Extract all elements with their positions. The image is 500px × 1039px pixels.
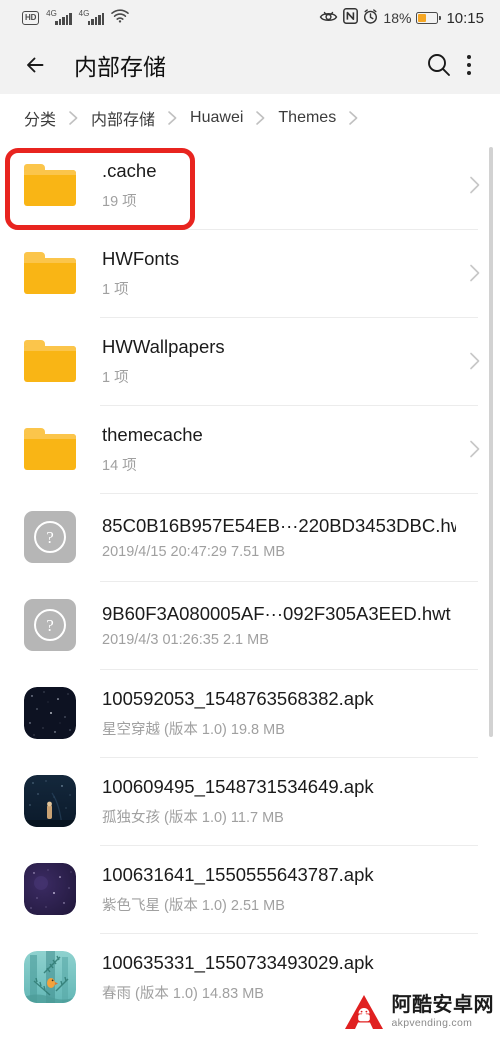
file-icon: ? xyxy=(22,597,78,653)
page-title: 内部存储 xyxy=(74,54,166,80)
file-info: 9B60F3A080005AF···092F305A3EED.hwt 2019/4… xyxy=(102,602,456,648)
file-info: .cache 19 项 xyxy=(102,159,456,210)
chevron-right-icon xyxy=(464,262,486,284)
signal-strength-icon-sim1: 4G xyxy=(46,9,72,25)
hd-volte-icon: HD xyxy=(22,11,40,25)
file-name: .cache xyxy=(102,160,157,182)
breadcrumb-separator-icon xyxy=(255,110,266,126)
breadcrumb: 分类 内部存储 Huawei Themes xyxy=(0,94,500,141)
file-info: 85C0B16B957E54EB···220BD3453DBC.hwt 2019/… xyxy=(102,514,456,560)
file-name: 9B60F3A080005AF···092F305A3EED.hwt xyxy=(102,602,451,624)
breadcrumb-item-1[interactable]: 内部存储 xyxy=(89,106,157,130)
file-meta: 2019/4/15 20:47:29 7.51 MB xyxy=(102,544,286,561)
file-icon xyxy=(22,421,78,477)
status-bar: HD 4G 4G 18% 10:15 xyxy=(0,0,500,36)
overflow-menu-icon[interactable] xyxy=(456,48,482,82)
breadcrumb-item-0[interactable]: 分类 xyxy=(22,106,58,130)
file-icon xyxy=(22,333,78,389)
chevron-right-icon xyxy=(464,438,486,460)
battery-percent-label: 18% xyxy=(383,10,412,26)
eye-comfort-icon xyxy=(319,9,338,28)
clock-label: 10:15 xyxy=(446,9,484,27)
file-name: HWFonts xyxy=(102,248,180,270)
file-info: themecache 14 项 xyxy=(102,423,456,474)
folder-icon xyxy=(24,252,76,294)
file-row[interactable]: ? 85C0B16B957E54EB···220BD3453DBC.hwt 2019… xyxy=(0,493,500,581)
file-info: 100631641_1550555643787.apk 紫色飞星 (版本 1.0)… xyxy=(102,863,456,914)
file-row[interactable]: 100631641_1550555643787.apk 紫色飞星 (版本 1.0)… xyxy=(0,845,500,933)
nfc-icon xyxy=(343,8,359,28)
unknown-file-icon: ? xyxy=(24,511,76,563)
network-type-label-sim2: 4G xyxy=(78,9,90,18)
file-name: 85C0B16B957E54EB···220BD3453DBC.hwt xyxy=(102,514,456,536)
file-meta: 14 项 xyxy=(102,457,137,474)
file-name: 100635331_1550733493029.apk xyxy=(102,952,374,974)
file-name: HWWallpapers xyxy=(102,336,225,358)
network-type-label-sim1: 4G xyxy=(46,9,57,18)
file-meta: 紫色飞星 (版本 1.0) 2.51 MB xyxy=(102,897,285,914)
question-mark-glyph: ? xyxy=(34,521,66,553)
app-bar: 内部存储 xyxy=(0,36,500,94)
watermark-cn-label: 阿酷安卓网 xyxy=(391,994,494,1017)
apk-thumbnail-starry-sky xyxy=(24,687,76,739)
file-info: 100609495_1548731534649.apk 孤独女孩 (版本 1.0)… xyxy=(102,775,456,826)
file-name: 100609495_1548731534649.apk xyxy=(102,776,374,798)
file-row[interactable]: ? 9B60F3A080005AF···092F305A3EED.hwt 2019/… xyxy=(0,581,500,669)
file-icon xyxy=(22,157,78,213)
watermark-en-label: akpvending.com xyxy=(391,1017,473,1030)
breadcrumb-separator-icon xyxy=(167,110,178,126)
back-arrow-icon[interactable] xyxy=(22,50,52,80)
file-row[interactable]: .cache 19 项 xyxy=(0,141,500,229)
file-icon xyxy=(22,861,78,917)
file-row[interactable]: 100592053_1548763568382.apk 星空穿越 (版本 1.0)… xyxy=(0,669,500,757)
file-row[interactable]: themecache 14 项 xyxy=(0,405,500,493)
breadcrumb-separator-icon xyxy=(348,110,359,126)
breadcrumb-separator-icon xyxy=(68,110,79,126)
unknown-file-icon: ? xyxy=(24,599,76,651)
file-meta: 2019/4/3 01:26:35 2.1 MB xyxy=(102,632,269,649)
folder-icon xyxy=(24,164,76,206)
file-icon xyxy=(22,773,78,829)
chevron-right-icon xyxy=(464,350,486,372)
signal-strength-icon-sim2: 4G xyxy=(78,9,105,25)
site-watermark: 阿酷安卓网 akpvending.com xyxy=(343,993,495,1031)
file-meta: 星空穿越 (版本 1.0) 19.8 MB xyxy=(102,721,285,738)
status-bar-right: 18% 10:15 xyxy=(319,8,484,28)
file-meta: 19 项 xyxy=(102,193,137,210)
file-meta: 孤独女孩 (版本 1.0) 11.7 MB xyxy=(102,809,284,826)
watermark-text: 阿酷安卓网 akpvending.com xyxy=(392,995,495,1029)
file-info: HWFonts 1 项 xyxy=(102,247,456,298)
file-row[interactable]: HWFonts 1 项 xyxy=(0,229,500,317)
file-icon xyxy=(22,245,78,301)
akp-android-logo-icon xyxy=(343,993,385,1031)
apk-thumbnail-lonely-girl xyxy=(24,775,76,827)
file-icon xyxy=(22,949,78,1005)
file-name: 100631641_1550555643787.apk xyxy=(102,864,374,886)
file-name: 100592053_1548763568382.apk xyxy=(102,688,374,710)
chevron-right-icon xyxy=(464,174,486,196)
file-meta: 1 项 xyxy=(102,369,129,386)
question-mark-glyph: ? xyxy=(34,609,66,641)
apk-thumbnail-spring-rain xyxy=(24,951,76,1003)
file-icon xyxy=(22,685,78,741)
folder-icon xyxy=(24,428,76,470)
breadcrumb-item-2[interactable]: Huawei xyxy=(188,109,245,127)
search-icon[interactable] xyxy=(422,48,456,82)
wifi-icon xyxy=(111,9,129,27)
file-row[interactable]: HWWallpapers 1 项 xyxy=(0,317,500,405)
file-name: themecache xyxy=(102,424,203,446)
file-info: 100592053_1548763568382.apk 星空穿越 (版本 1.0)… xyxy=(102,687,456,738)
vertical-scrollbar[interactable] xyxy=(489,147,493,737)
apk-thumbnail-purple-star xyxy=(24,863,76,915)
file-icon: ? xyxy=(22,509,78,565)
file-info: HWWallpapers 1 项 xyxy=(102,335,456,386)
battery-charging-icon xyxy=(416,12,442,24)
status-bar-left: HD 4G 4G xyxy=(22,9,129,27)
file-row[interactable]: 100609495_1548731534649.apk 孤独女孩 (版本 1.0)… xyxy=(0,757,500,845)
breadcrumb-item-3[interactable]: Themes xyxy=(276,109,338,127)
file-meta: 1 项 xyxy=(102,281,129,298)
file-list: .cache 19 项 HWFonts 1 项 HWWallpapers 1 项 theme… xyxy=(0,141,500,1021)
folder-icon xyxy=(24,340,76,382)
alarm-icon xyxy=(363,8,378,28)
